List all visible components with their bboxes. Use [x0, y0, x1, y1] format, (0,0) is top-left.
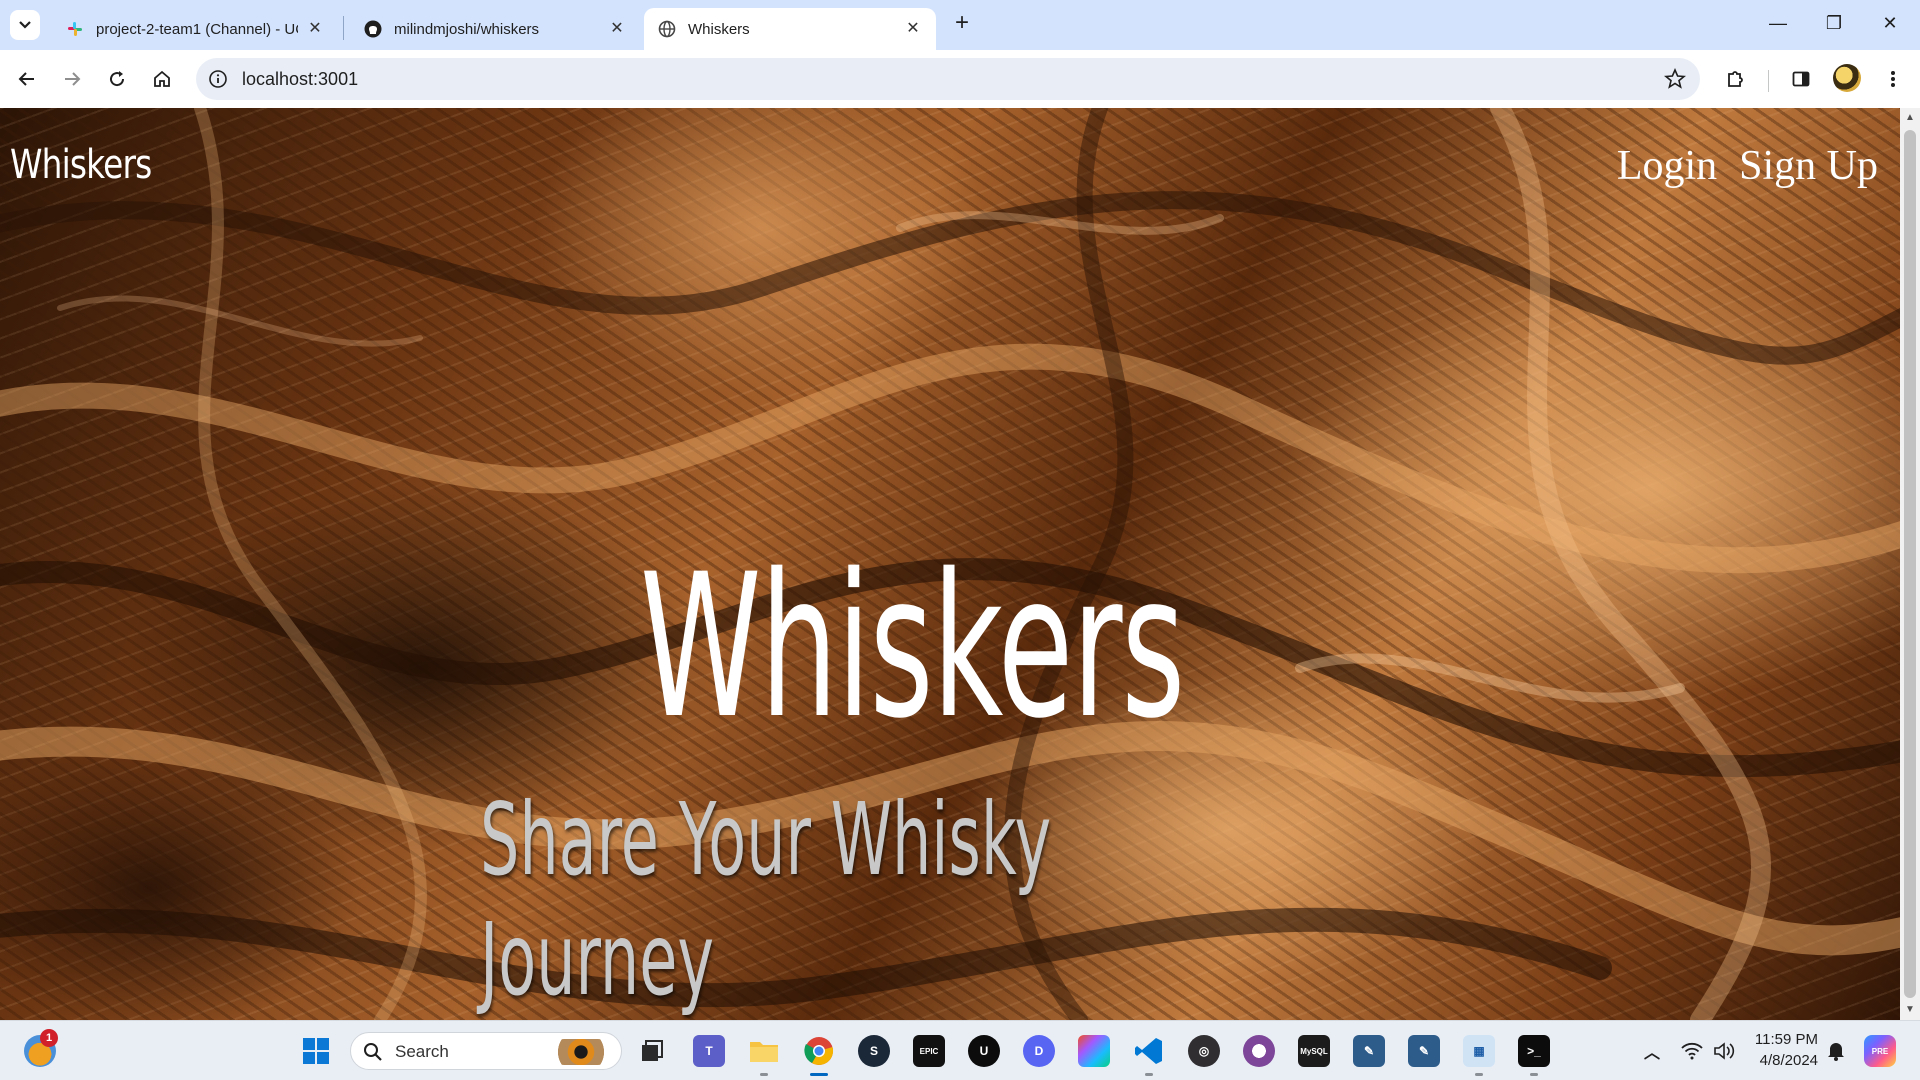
tor-browser-icon[interactable] [1243, 1035, 1275, 1067]
url-text[interactable]: localhost:3001 [242, 69, 358, 90]
side-panel-button[interactable] [1786, 64, 1816, 94]
tab-title: milindmjoshi/whiskers [394, 20, 540, 38]
github-icon [364, 20, 382, 38]
page-viewport: Whiskers Login Sign Up Whiskers Share Yo… [0, 108, 1920, 1020]
signup-link[interactable]: Sign Up [1739, 142, 1878, 190]
page-scrollbar[interactable]: ▲ ▼ [1900, 108, 1920, 1020]
home-icon [154, 70, 170, 87]
close-icon[interactable]: ✕ [904, 20, 922, 38]
hero-title: Whiskers [640, 531, 1185, 762]
tab-title: project-2-team1 (Channel) - UC [96, 20, 298, 38]
address-bar[interactable]: localhost:3001 [196, 58, 1700, 100]
new-tab-button[interactable]: + [950, 11, 974, 36]
taskbar-search[interactable]: Search [350, 1032, 622, 1070]
running-indicator [1530, 1073, 1538, 1076]
scroll-up-arrow-icon[interactable]: ▲ [1904, 112, 1916, 124]
extensions-button[interactable] [1721, 64, 1751, 94]
windows-taskbar: 1 Search T S EPIC U D ◎ MySQL ✎ ✎ ▦ >_ ︿… [0, 1020, 1920, 1080]
clock-time[interactable]: 11:59 PM [1744, 1031, 1818, 1048]
profile-avatar[interactable] [1833, 64, 1861, 92]
arrow-right-icon [65, 72, 81, 86]
steam-icon[interactable]: S [858, 1035, 890, 1067]
browser-toolbar: localhost:3001 [0, 50, 1920, 108]
obs-icon[interactable]: ◎ [1188, 1035, 1220, 1067]
restore-button[interactable]: ❐ [1814, 8, 1854, 38]
volume-icon[interactable] [1708, 1035, 1740, 1067]
info-icon[interactable] [208, 69, 228, 89]
search-icon [364, 1043, 382, 1061]
menu-button[interactable] [1878, 64, 1908, 94]
arrow-left-icon [18, 72, 34, 86]
tab-divider [343, 16, 344, 40]
tab-search-button[interactable] [10, 10, 40, 40]
task-view-icon[interactable] [636, 1035, 668, 1067]
vscode-icon[interactable] [1133, 1035, 1165, 1067]
windows-start-icon[interactable] [300, 1035, 332, 1067]
more-vertical-icon [1891, 71, 1895, 87]
terminal-icon[interactable]: >_ [1518, 1035, 1550, 1067]
toolbar-divider [1768, 70, 1769, 92]
mysql-workbench-icon-3[interactable]: ✎ [1408, 1035, 1440, 1067]
reload-icon [110, 71, 125, 87]
tab-github[interactable]: milindmjoshi/whiskers ✕ [350, 8, 640, 50]
epic-games-icon[interactable]: EPIC [913, 1035, 945, 1067]
tab-slack[interactable]: project-2-team1 (Channel) - UC ✕ [52, 8, 338, 50]
tab-title: Whiskers [688, 20, 750, 38]
login-link[interactable]: Login [1617, 142, 1717, 190]
scroll-down-arrow-icon[interactable]: ▼ [1904, 1004, 1916, 1016]
notification-badge: 1 [40, 1029, 58, 1047]
file-explorer-icon[interactable] [748, 1035, 780, 1067]
clock-date[interactable]: 4/8/2024 [1744, 1052, 1818, 1069]
browser-tab-strip: project-2-team1 (Channel) - UC ✕ milindm… [0, 0, 1920, 50]
running-indicator [1475, 1073, 1483, 1076]
mysql-workbench-icon[interactable]: MySQL [1298, 1035, 1330, 1067]
running-indicator [1145, 1073, 1153, 1076]
header-nav: Login Sign Up [1617, 142, 1878, 190]
back-button[interactable] [12, 64, 42, 94]
puzzle-icon [1728, 71, 1743, 87]
home-button[interactable] [147, 64, 177, 94]
figma-icon[interactable] [1078, 1035, 1110, 1067]
close-icon[interactable]: ✕ [608, 20, 626, 38]
forward-button[interactable] [57, 64, 87, 94]
close-window-button[interactable]: ✕ [1870, 8, 1910, 38]
wifi-icon[interactable] [1676, 1035, 1708, 1067]
teams-icon[interactable]: T [693, 1035, 725, 1067]
chrome-icon[interactable] [803, 1035, 835, 1067]
running-indicator [760, 1073, 768, 1076]
minimize-button[interactable]: — [1758, 8, 1798, 38]
close-icon[interactable]: ✕ [306, 20, 324, 38]
discord-icon[interactable]: D [1023, 1035, 1055, 1067]
slack-icon [66, 20, 84, 38]
tab-whiskers[interactable]: Whiskers ✕ [644, 8, 936, 50]
star-icon[interactable] [1664, 68, 1686, 90]
search-placeholder: Search [395, 1042, 449, 1061]
side-panel-icon [1792, 71, 1810, 87]
chevron-down-icon [19, 21, 31, 29]
hero-subtitle: Share Your Whisky Journey [480, 781, 1052, 1018]
scrollbar-thumb[interactable] [1904, 130, 1916, 998]
active-indicator [810, 1073, 828, 1076]
reload-button[interactable] [102, 64, 132, 94]
mysql-workbench-icon-2[interactable]: ✎ [1353, 1035, 1385, 1067]
notification-bell-icon[interactable] [1820, 1035, 1852, 1067]
ubisoft-connect-icon[interactable]: U [968, 1035, 1000, 1067]
search-highlight-image [551, 1039, 611, 1065]
paint-icon[interactable]: ▦ [1463, 1035, 1495, 1067]
copilot-icon[interactable]: PRE [1864, 1035, 1896, 1067]
site-logo[interactable]: Whiskers [10, 142, 152, 188]
chevron-up-icon[interactable]: ︿ [1636, 1035, 1668, 1067]
globe-icon [658, 20, 676, 38]
